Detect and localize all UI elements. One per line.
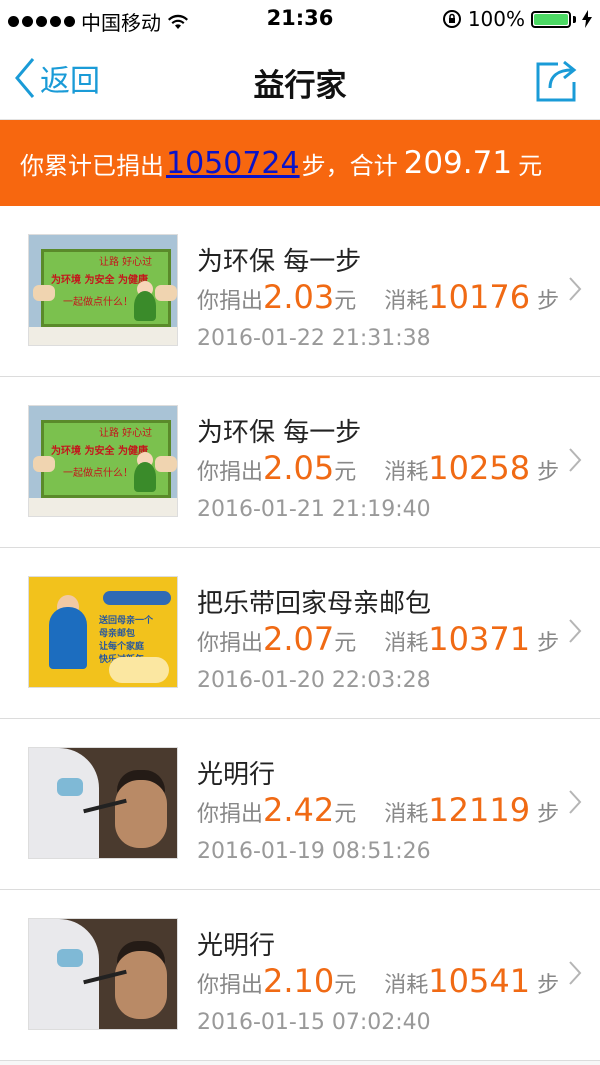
donated-amount: 2.10: [263, 962, 335, 1000]
yuan-label: 元: [334, 289, 357, 314]
step-label: 步: [537, 802, 560, 827]
project-thumbnail: [28, 918, 178, 1030]
yuan-label: 元: [334, 631, 357, 656]
chevron-right-icon: [569, 619, 582, 643]
chevron-right-icon: [569, 790, 582, 814]
donated-label: 你捐出: [197, 802, 264, 827]
donation-details: 你捐出2.10元 消耗10541 步: [197, 962, 559, 1000]
donated-label: 你捐出: [197, 289, 264, 314]
donated-amount: 2.07: [263, 620, 335, 658]
consumed-steps: 10258: [428, 449, 531, 487]
yuan-label: 元: [334, 802, 357, 827]
donation-row[interactable]: 光明行 你捐出2.10元 消耗10541 步 2016-01-15 07:02:…: [0, 890, 600, 1061]
project-thumbnail: 让路 好心过 为环境 为安全 为健康 一起做点什么！: [28, 405, 178, 517]
donation-date: 2016-01-20 22:03:28: [197, 668, 431, 693]
consumed-steps: 10541: [428, 962, 531, 1000]
rotation-lock-icon: [442, 10, 461, 28]
donation-details: 你捐出2.05元 消耗10258 步: [197, 449, 559, 487]
battery-cap: [573, 15, 576, 23]
consumed-label: 消耗: [384, 973, 429, 998]
consumed-label: 消耗: [384, 460, 429, 485]
consumed-steps: 10371: [428, 620, 531, 658]
charging-icon: [582, 10, 592, 28]
yuan-label: 元: [334, 973, 357, 998]
step-label: 步: [537, 460, 560, 485]
step-label: 步: [537, 631, 560, 656]
donation-date: 2016-01-22 21:31:38: [197, 326, 431, 351]
summary-steps-unit: 步，合计: [301, 151, 398, 180]
donation-row[interactable]: 让路 好心过 为环境 为安全 为健康 一起做点什么！ 为环保 每一步 你捐出2.…: [0, 377, 600, 548]
donation-details: 你捐出2.07元 消耗10371 步: [197, 620, 559, 658]
project-title: 把乐带回家母亲邮包: [197, 589, 432, 619]
thumb-text: 为环境 为安全 为健康: [51, 446, 148, 457]
battery-percent: 100%: [467, 7, 525, 31]
chevron-right-icon: [569, 961, 582, 985]
consumed-steps: 12119: [428, 791, 531, 829]
donation-date: 2016-01-19 08:51:26: [197, 839, 431, 864]
share-icon: [536, 60, 577, 102]
consumed-label: 消耗: [384, 802, 429, 827]
project-thumbnail: 让路 好心过 为环境 为安全 为健康 一起做点什么！: [28, 234, 178, 346]
project-title: 光明行: [197, 760, 276, 790]
nav-bar: 返回 益行家: [0, 38, 600, 120]
step-label: 步: [537, 973, 560, 998]
project-title: 为环保 每一步: [197, 247, 362, 277]
project-thumbnail: 送回母亲一个 母亲邮包 让每个家庭 快乐过新年: [28, 576, 178, 688]
status-bar: 中国移动 21:36 100%: [0, 0, 600, 38]
thumb-text: 一起做点什么！: [63, 468, 133, 479]
chevron-right-icon: [569, 448, 582, 472]
thumb-text: 为环境 为安全 为健康: [51, 275, 148, 286]
donation-details: 你捐出2.42元 消耗12119 步: [197, 791, 559, 829]
step-label: 步: [537, 289, 560, 314]
donated-label: 你捐出: [197, 973, 264, 998]
summary-amount-unit: 元: [518, 151, 543, 180]
yuan-label: 元: [334, 460, 357, 485]
total-steps-link[interactable]: 1050724: [166, 146, 300, 181]
thumb-text: 让路 好心过: [99, 257, 153, 268]
donated-amount: 2.03: [263, 278, 335, 316]
donation-details: 你捐出2.03元 消耗10176 步: [197, 278, 559, 316]
donation-list: 让路 好心过 为环境 为安全 为健康 一起做点什么！ 为环保 每一步 你捐出2.…: [0, 206, 600, 1061]
thumb-text: 一起做点什么！: [63, 297, 133, 308]
thumb-text: 让路 好心过: [99, 428, 153, 439]
page-title: 益行家: [253, 68, 347, 104]
donation-row[interactable]: 光明行 你捐出2.42元 消耗12119 步 2016-01-19 08:51:…: [0, 719, 600, 890]
project-title: 光明行: [197, 931, 276, 961]
chevron-right-icon: [569, 277, 582, 301]
donation-row[interactable]: 让路 好心过 为环境 为安全 为健康 一起做点什么！ 为环保 每一步 你捐出2.…: [0, 206, 600, 377]
status-right: 100%: [442, 7, 592, 31]
consumed-label: 消耗: [384, 631, 429, 656]
total-amount: 209.71: [403, 145, 513, 181]
donated-amount: 2.42: [263, 791, 335, 829]
donated-label: 你捐出: [197, 460, 264, 485]
donated-amount: 2.05: [263, 449, 335, 487]
battery-icon: [531, 10, 571, 28]
donation-date: 2016-01-21 21:19:40: [197, 497, 431, 522]
donation-date: 2016-01-15 07:02:40: [197, 1010, 431, 1035]
donation-row[interactable]: 送回母亲一个 母亲邮包 让每个家庭 快乐过新年 把乐带回家母亲邮包 你捐出2.0…: [0, 548, 600, 719]
project-thumbnail: [28, 747, 178, 859]
project-title: 为环保 每一步: [197, 418, 362, 448]
donation-summary: 你累计已捐出 1050724 步，合计 209.71 元: [0, 120, 600, 206]
summary-prefix: 你累计已捐出: [20, 151, 164, 180]
share-button[interactable]: [532, 56, 582, 108]
donated-label: 你捐出: [197, 631, 264, 656]
consumed-label: 消耗: [384, 289, 429, 314]
consumed-steps: 10176: [428, 278, 531, 316]
